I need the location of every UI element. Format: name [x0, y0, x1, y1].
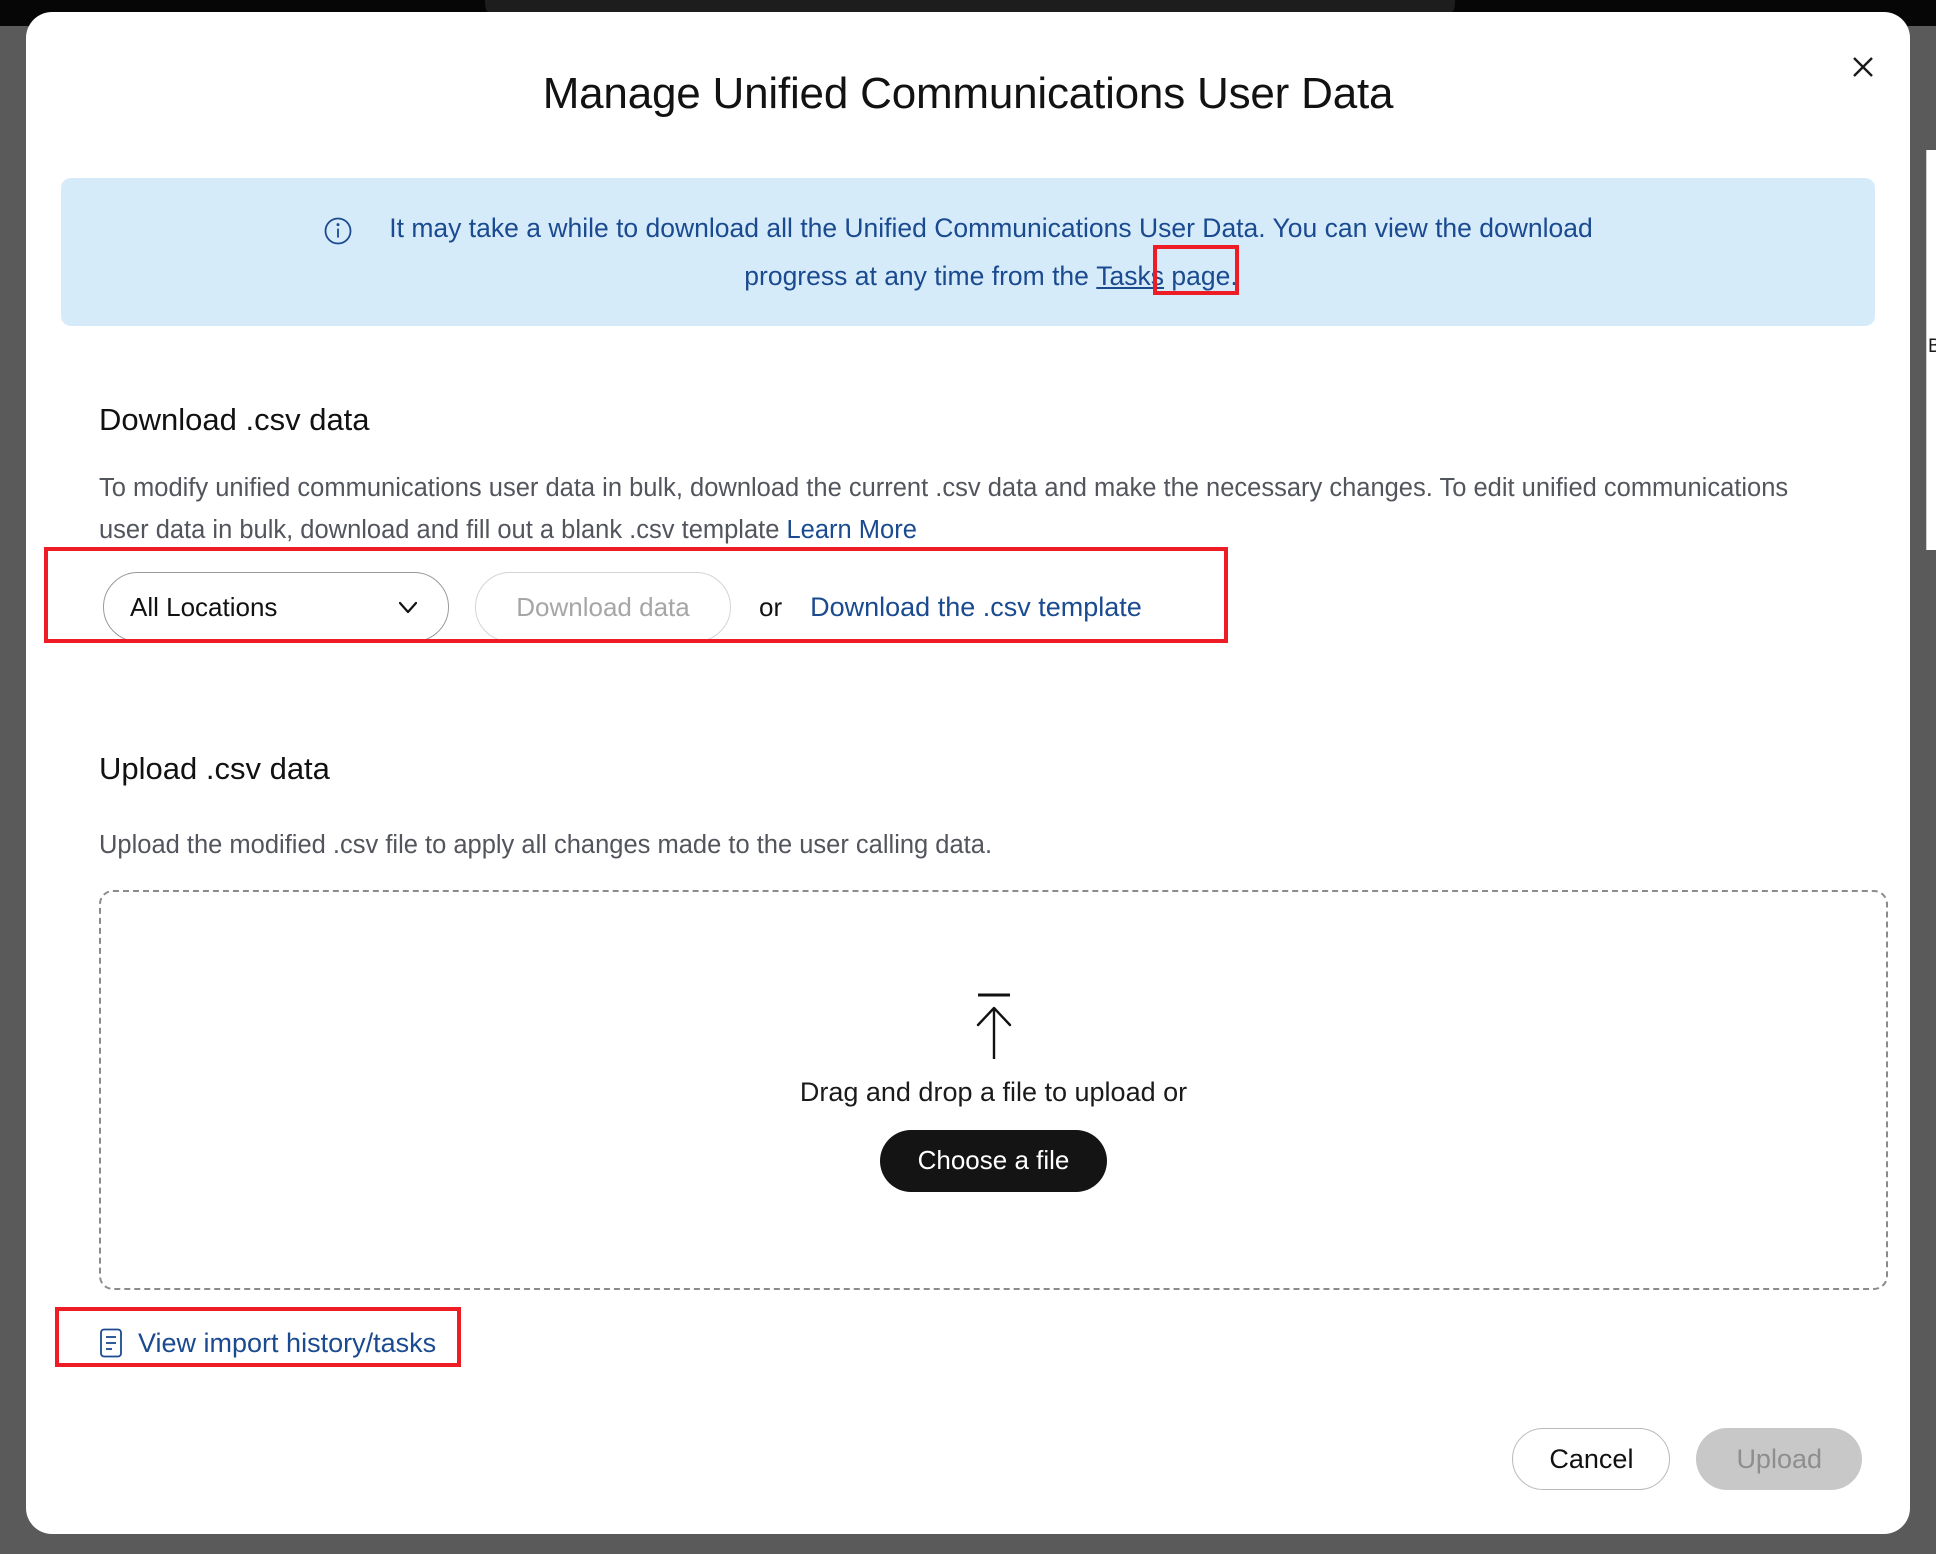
- file-dropzone[interactable]: Drag and drop a file to upload or Choose…: [99, 890, 1888, 1290]
- choose-file-button[interactable]: Choose a file: [879, 1129, 1108, 1192]
- info-circle-icon: [323, 213, 353, 245]
- download-description-text: To modify unified communications user da…: [99, 474, 1789, 544]
- info-banner-text-after: page.: [1164, 261, 1238, 291]
- chevron-down-icon: [394, 593, 422, 621]
- manage-user-data-dialog: Manage Unified Communications User Data …: [26, 12, 1910, 1534]
- cancel-button[interactable]: Cancel: [1512, 1428, 1671, 1490]
- info-banner-text: It may take a while to download all the …: [323, 204, 1613, 300]
- view-import-history-link[interactable]: View import history/tasks: [97, 1327, 436, 1359]
- learn-more-link[interactable]: Learn More: [787, 516, 917, 544]
- dropzone-instructions: Drag and drop a file to upload or: [799, 1076, 1188, 1107]
- download-controls-row: All Locations Download data or Download …: [103, 572, 1142, 642]
- download-section-description: To modify unified communications user da…: [99, 467, 1799, 551]
- background-page-sliver-text: B: [1928, 336, 1936, 357]
- document-list-icon: [97, 1327, 125, 1359]
- info-banner-text-before: It may take a while to download all the …: [389, 213, 1593, 291]
- upload-section-title: Upload .csv data: [99, 751, 330, 786]
- dialog-footer: Cancel Upload: [1512, 1428, 1862, 1490]
- page-title: Manage Unified Communications User Data: [542, 69, 1394, 118]
- upload-arrow-icon: [960, 989, 1028, 1063]
- tasks-link[interactable]: Tasks: [1096, 252, 1164, 300]
- upload-button[interactable]: Upload: [1696, 1428, 1862, 1490]
- location-select[interactable]: All Locations: [103, 572, 449, 642]
- download-section-title: Download .csv data: [99, 402, 370, 437]
- view-import-history-label: View import history/tasks: [138, 1327, 437, 1358]
- or-label: or: [759, 591, 783, 622]
- upload-section-description: Upload the modified .csv file to apply a…: [99, 831, 993, 859]
- location-select-value: All Locations: [130, 591, 278, 622]
- info-banner: It may take a while to download all the …: [61, 178, 1875, 326]
- download-data-button[interactable]: Download data: [475, 572, 731, 642]
- download-csv-template-link[interactable]: Download the .csv template: [810, 592, 1142, 623]
